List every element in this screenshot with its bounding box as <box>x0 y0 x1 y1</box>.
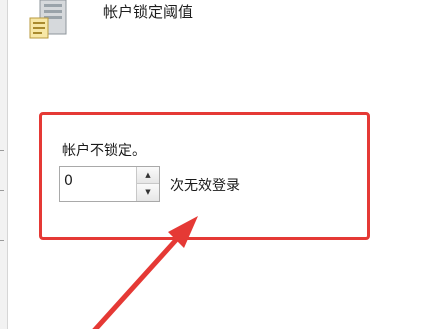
spin-up-button[interactable]: ▲ <box>137 167 159 184</box>
server-policy-icon <box>28 0 72 40</box>
left-panel-tick <box>0 240 4 241</box>
lockout-status-text: 帐户不锁定。 <box>62 143 146 159</box>
left-panel-tick <box>0 190 4 191</box>
left-panel-tick <box>0 150 4 151</box>
invalid-logon-unit-label: 次无效登录 <box>170 178 240 194</box>
spin-down-button[interactable]: ▼ <box>137 184 159 201</box>
policy-title: 帐户锁定阈值 <box>103 3 194 21</box>
arrow-shaft <box>92 237 179 329</box>
left-panel-edge <box>0 0 8 329</box>
spin-buttons: ▲ ▼ <box>136 167 159 201</box>
threshold-value-input[interactable]: 0 <box>64 172 73 190</box>
triangle-up-icon: ▲ <box>145 171 151 179</box>
triangle-down-icon: ▼ <box>145 188 151 196</box>
threshold-spinbox[interactable]: 0 ▲ ▼ <box>59 166 160 202</box>
